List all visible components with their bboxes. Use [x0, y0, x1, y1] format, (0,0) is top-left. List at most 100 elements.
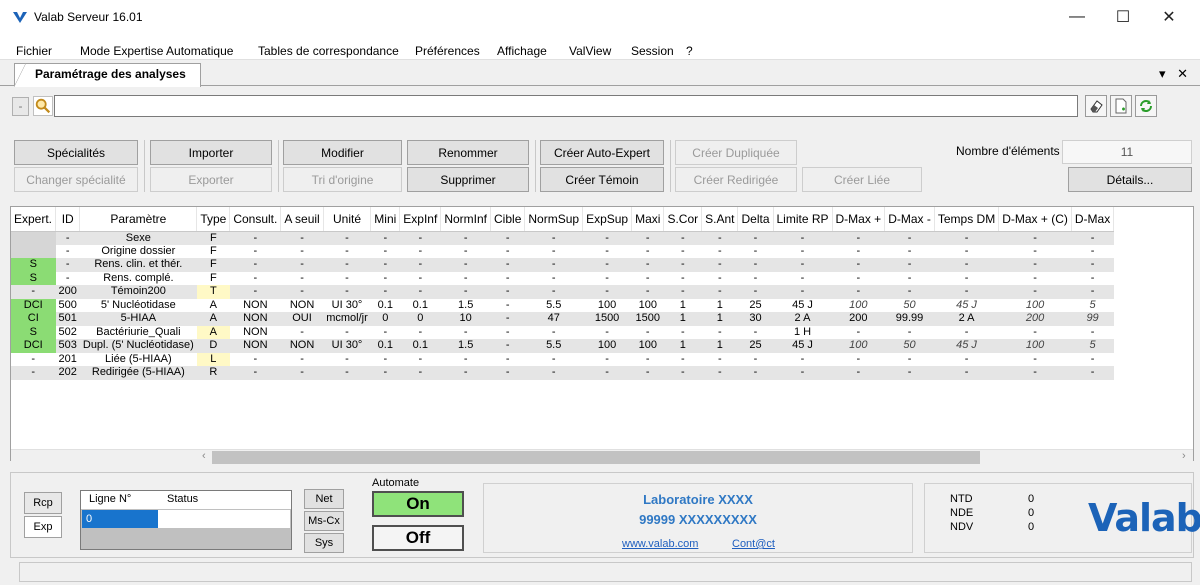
- column-header[interactable]: ID: [55, 207, 81, 232]
- mscx-button[interactable]: Ms-Cx: [304, 511, 344, 531]
- net-button[interactable]: Net: [304, 489, 344, 509]
- automate-off-button[interactable]: Off: [372, 525, 464, 551]
- changer-specialite-button[interactable]: Changer spécialité: [14, 167, 138, 192]
- table-row[interactable]: DCI 500 5' Nucléotidase A NON NON UI 30° 0.1 0.1…: [11, 298, 1114, 312]
- column-header[interactable]: Type: [196, 207, 231, 232]
- menu-help[interactable]: ?: [686, 44, 693, 58]
- search-icon[interactable]: [33, 96, 53, 116]
- scroll-left-icon[interactable]: ‹: [202, 450, 206, 462]
- table-row[interactable]: - Origine dossier F - - - - - - - - - - - - - - - - - - -: [11, 244, 1114, 258]
- table-cell: -: [440, 271, 491, 285]
- table-row[interactable]: -202 Redirigée (5-HIAA) R - - - - - - - - - - - - - - - - -…: [11, 366, 1114, 380]
- column-header[interactable]: D-Max: [1071, 207, 1115, 232]
- table-cell: -: [440, 231, 491, 245]
- menu-fichier[interactable]: Fichier: [16, 44, 52, 58]
- scrollbar-thumb[interactable]: [212, 451, 980, 464]
- table-cell: -: [229, 366, 281, 380]
- tab-parametrage-analyses[interactable]: Paramétrage des analyses: [14, 63, 201, 87]
- menu-affichage[interactable]: Affichage: [497, 44, 547, 58]
- creer-temoin-button[interactable]: Créer Témoin: [540, 167, 664, 192]
- table-row[interactable]: DCI 503 Dupl. (5' Nucléotidase) D NON NON UI 3…: [11, 339, 1114, 353]
- column-header[interactable]: Unité: [323, 207, 372, 232]
- table-row[interactable]: - Sexe F - - - - - - - - - - - - - - - - - - -: [11, 231, 1114, 245]
- table-cell: 100: [832, 298, 885, 312]
- close-button[interactable]: ✕: [1146, 0, 1192, 34]
- sys-button[interactable]: Sys: [304, 533, 344, 553]
- table-cell: -: [832, 258, 885, 272]
- table-row[interactable]: CI 501 5-HIAA A NON OUI mcmol/jr 0 0 10-47 1500 150…: [11, 312, 1114, 326]
- exporter-button[interactable]: Exporter: [150, 167, 272, 192]
- column-header[interactable]: Maxi: [631, 207, 665, 232]
- collapse-button[interactable]: -: [12, 97, 29, 116]
- column-header[interactable]: Delta: [737, 207, 774, 232]
- importer-button[interactable]: Importer: [150, 140, 272, 165]
- ligne-cell-selected[interactable]: 0: [82, 510, 158, 528]
- table-cell: -: [737, 325, 773, 339]
- table-cell: -: [832, 231, 885, 245]
- column-header[interactable]: Consult.: [229, 207, 282, 232]
- tri-origine-button[interactable]: Tri d'origine: [283, 167, 402, 192]
- table-cell: -: [490, 244, 525, 258]
- column-header[interactable]: ExpInf: [399, 207, 442, 232]
- column-header[interactable]: D-Max -: [884, 207, 935, 232]
- table-row[interactable]: -201 Liée (5-HIAA) L - - - - - - - - - - - - - - - - - - -: [11, 352, 1114, 366]
- column-header[interactable]: NormInf: [440, 207, 492, 232]
- column-header[interactable]: ExpSup: [582, 207, 633, 232]
- column-header[interactable]: D-Max + (C): [998, 207, 1072, 232]
- tab-menu-close-controls[interactable]: ▾ ✕: [1159, 66, 1192, 82]
- creer-liee-button[interactable]: Créer Liée: [802, 167, 922, 192]
- specialites-button[interactable]: Spécialités: [14, 140, 138, 165]
- expert-cell: S: [11, 271, 56, 285]
- menu-preferences[interactable]: Préférences: [415, 44, 480, 58]
- column-header[interactable]: Expert.: [11, 207, 57, 232]
- maximize-button[interactable]: ☐: [1100, 0, 1146, 34]
- column-header[interactable]: Limite RP: [773, 207, 833, 232]
- exp-button[interactable]: Exp: [24, 516, 62, 538]
- automate-on-button[interactable]: On: [372, 491, 464, 517]
- menu-tables-correspondance[interactable]: Tables de correspondance: [258, 44, 399, 58]
- table-row[interactable]: S - Rens. complé. F - - - - - - - - - - - - - - - - - - -: [11, 271, 1114, 285]
- table-row[interactable]: S - Rens. clin. et thér. F - - - - - - - - - - - - - - - - -…: [11, 258, 1114, 272]
- menu-session[interactable]: Session: [631, 44, 674, 58]
- table-cell: 99.99: [884, 312, 935, 326]
- window-title: Valab Serveur 16.01: [34, 10, 143, 24]
- column-header[interactable]: S.Ant: [701, 207, 739, 232]
- column-header[interactable]: Cible: [490, 207, 526, 232]
- renommer-button[interactable]: Renommer: [407, 140, 529, 165]
- creer-dupliquee-button[interactable]: Créer Dupliquée: [675, 140, 797, 165]
- supprimer-button[interactable]: Supprimer: [407, 167, 529, 192]
- website-link[interactable]: www.valab.com: [622, 538, 698, 550]
- contact-link[interactable]: Cont@ct: [732, 538, 775, 550]
- menu-valview[interactable]: ValView: [569, 44, 611, 58]
- new-document-icon[interactable]: [1110, 95, 1132, 117]
- rcp-button[interactable]: Rcp: [24, 492, 62, 514]
- modifier-button[interactable]: Modifier: [283, 140, 402, 165]
- creer-redirigee-button[interactable]: Créer Redirigée: [675, 167, 797, 192]
- menu-mode-expertise[interactable]: Mode Expertise Automatique: [80, 44, 233, 58]
- search-input[interactable]: [54, 95, 1078, 117]
- creer-auto-expert-button[interactable]: Créer Auto-Expert: [540, 140, 664, 165]
- table-cell: -: [832, 366, 885, 380]
- table-cell: -: [701, 271, 738, 285]
- refresh-icon[interactable]: [1135, 95, 1157, 117]
- column-header[interactable]: Mini: [370, 207, 401, 232]
- table-row[interactable]: S 502 Bactériurie_Quali A NON - - - - - - - - - - - -1 H…: [11, 325, 1114, 339]
- eraser-icon[interactable]: [1085, 95, 1107, 117]
- column-header[interactable]: A seuil: [280, 207, 324, 232]
- table-row[interactable]: -200 Témoin200 T - - - - - - - - - - - - - - - - - - -: [11, 285, 1114, 299]
- table-cell: 25: [737, 298, 773, 312]
- table-cell: 1: [663, 298, 702, 312]
- table-cell: -: [582, 352, 632, 366]
- analyses-grid[interactable]: Expert. ID Paramètre Type Consult. A seuil Uni…: [10, 206, 1194, 461]
- column-header[interactable]: NormSup: [524, 207, 584, 232]
- column-header[interactable]: S.Cor: [663, 207, 703, 232]
- table-cell: T: [196, 285, 230, 299]
- scroll-right-icon[interactable]: ›: [1182, 450, 1186, 462]
- table-cell: 2 A: [773, 312, 833, 326]
- minimize-button[interactable]: —: [1054, 0, 1100, 34]
- column-header[interactable]: D-Max +: [832, 207, 886, 232]
- details-button[interactable]: Détails...: [1068, 167, 1192, 192]
- column-header[interactable]: Temps DM: [934, 207, 1000, 232]
- column-header[interactable]: Paramètre: [79, 207, 198, 232]
- status-cell[interactable]: [158, 510, 290, 528]
